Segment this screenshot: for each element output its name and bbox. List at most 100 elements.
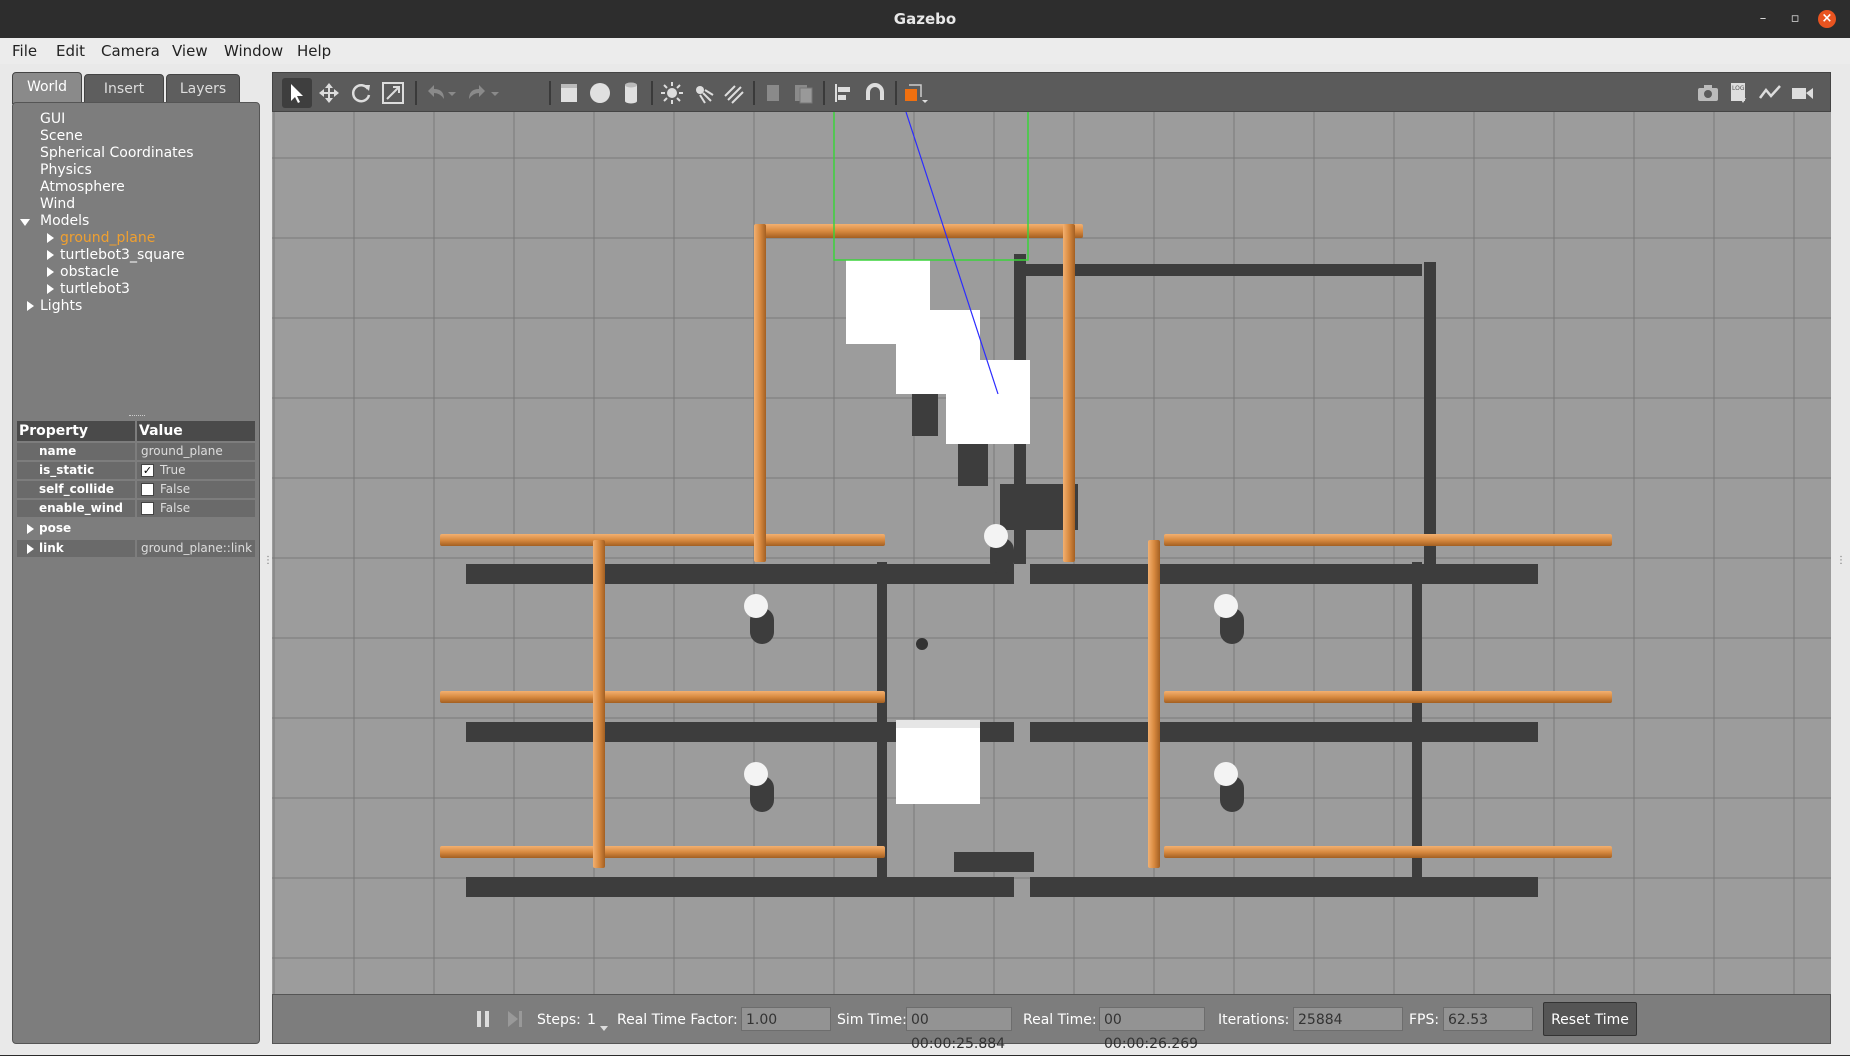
- collapsed-arrow-icon[interactable]: [27, 301, 34, 311]
- steps-value[interactable]: 1: [587, 1012, 596, 1028]
- menu-window[interactable]: Window: [224, 42, 283, 60]
- obstacle-cylinder: [744, 594, 768, 618]
- collapsed-arrow-icon[interactable]: [47, 284, 54, 294]
- collapsed-arrow-icon[interactable]: [47, 250, 54, 260]
- tree-item-turtlebot3[interactable]: turtlebot3: [60, 281, 130, 297]
- property-header: Property: [17, 421, 135, 441]
- undo-dropdown-icon[interactable]: [445, 78, 459, 108]
- property-value-cell: False: [137, 481, 255, 498]
- point-light-icon[interactable]: [657, 78, 687, 108]
- tree-item-models[interactable]: Models: [40, 213, 89, 229]
- value-header: Value: [137, 421, 255, 441]
- tab-insert[interactable]: Insert: [84, 74, 164, 104]
- scene-render[interactable]: [272, 112, 1831, 994]
- fps-label: FPS:: [1409, 1012, 1440, 1028]
- menu-edit[interactable]: Edit: [56, 42, 85, 60]
- log-icon[interactable]: LOG: [1724, 78, 1754, 108]
- tree-item-scene[interactable]: Scene: [40, 128, 83, 144]
- iterations-field: 25884: [1293, 1007, 1403, 1031]
- is-static-checkbox[interactable]: ✓: [141, 464, 154, 477]
- shadow: [1030, 877, 1538, 897]
- shadow: [954, 852, 1034, 872]
- copy-icon[interactable]: [758, 78, 788, 108]
- wall-vertical: [1148, 540, 1160, 868]
- close-icon[interactable]: ×: [1818, 10, 1836, 28]
- collapsed-arrow-icon[interactable]: [27, 544, 34, 554]
- tree-item-spherical-coordinates[interactable]: Spherical Coordinates: [40, 145, 194, 161]
- maximize-icon[interactable]: ▫: [1786, 10, 1804, 28]
- collapsed-arrow-icon[interactable]: [47, 233, 54, 243]
- property-value-cell: False: [137, 500, 255, 517]
- property-row-name[interactable]: name ground_plane: [17, 443, 255, 461]
- tab-world[interactable]: World: [12, 72, 82, 104]
- right-panel-splitter[interactable]: ⋮: [1836, 555, 1846, 566]
- property-value[interactable]: ground_plane: [137, 443, 255, 460]
- tab-layers[interactable]: Layers: [166, 74, 240, 104]
- spot-light-icon[interactable]: [688, 78, 718, 108]
- paste-icon[interactable]: [788, 78, 818, 108]
- wall-horizontal: [440, 534, 885, 546]
- pause-icon[interactable]: [473, 1009, 493, 1029]
- tree-item-atmosphere[interactable]: Atmosphere: [40, 179, 125, 195]
- property-row-pose[interactable]: pose: [17, 520, 255, 538]
- toolbar-separator: [651, 81, 653, 105]
- panel-splitter-handle[interactable]: [129, 415, 145, 418]
- tree-item-ground-plane[interactable]: ground_plane: [60, 230, 155, 246]
- iterations-label: Iterations:: [1218, 1012, 1290, 1028]
- tree-item-lights[interactable]: Lights: [40, 298, 82, 314]
- property-row-self-collide[interactable]: self_collide False: [17, 481, 255, 499]
- reset-time-button[interactable]: Reset Time: [1543, 1002, 1637, 1036]
- expanded-arrow-icon[interactable]: [20, 219, 30, 226]
- redo-dropdown-icon[interactable]: [488, 78, 502, 108]
- left-panel-splitter[interactable]: ⋮: [263, 555, 273, 566]
- record-video-icon[interactable]: [1787, 78, 1817, 108]
- translate-mode-icon[interactable]: [314, 78, 344, 108]
- plot-icon[interactable]: [1755, 78, 1785, 108]
- scale-mode-icon[interactable]: [378, 78, 408, 108]
- tree-item-turtlebot3-square[interactable]: turtlebot3_square: [60, 247, 185, 263]
- menu-view[interactable]: View: [172, 42, 208, 60]
- property-value-cell: ✓ True: [137, 462, 255, 479]
- fps-field: 62.53: [1443, 1007, 1533, 1031]
- menu-camera[interactable]: Camera: [101, 42, 160, 60]
- rotate-mode-icon[interactable]: [346, 78, 376, 108]
- tree-item-gui[interactable]: GUI: [40, 111, 65, 127]
- property-row-enable-wind[interactable]: enable_wind False: [17, 500, 255, 518]
- property-value: False: [160, 501, 191, 515]
- chevron-down-icon[interactable]: [599, 1018, 609, 1037]
- sim-time-field: 00 00:00:25.884: [906, 1007, 1012, 1052]
- tree-item-physics[interactable]: Physics: [40, 162, 92, 178]
- align-icon[interactable]: [828, 78, 858, 108]
- minimize-icon[interactable]: –: [1754, 10, 1772, 28]
- obstacle-box: [946, 360, 1030, 444]
- tree-item-wind[interactable]: Wind: [40, 196, 75, 212]
- toolbar-separator: [753, 81, 755, 105]
- real-time-field: 00 00:00:26.269: [1099, 1007, 1205, 1052]
- menu-help[interactable]: Help: [297, 42, 331, 60]
- screenshot-icon[interactable]: [1693, 78, 1723, 108]
- step-forward-icon[interactable]: [505, 1009, 525, 1029]
- property-name: name: [17, 443, 135, 460]
- obstacle-cylinder: [744, 762, 768, 786]
- cylinder-shape-icon[interactable]: [616, 78, 646, 108]
- menu-file[interactable]: File: [12, 42, 37, 60]
- property-row-is-static[interactable]: is_static ✓ True: [17, 462, 255, 480]
- shadow: [466, 564, 1014, 584]
- snap-icon[interactable]: [860, 78, 890, 108]
- select-mode-icon[interactable]: [282, 78, 312, 108]
- sphere-shape-icon[interactable]: [585, 78, 615, 108]
- self-collide-checkbox[interactable]: [141, 483, 154, 496]
- wall-horizontal: [758, 224, 1083, 238]
- toolbar-separator: [823, 81, 825, 105]
- time-panel: Steps: 1 Real Time Factor: 1.00 Sim Time…: [272, 994, 1831, 1052]
- scene-viewport[interactable]: [272, 112, 1831, 994]
- directional-light-icon[interactable]: [719, 78, 749, 108]
- collapsed-arrow-icon[interactable]: [47, 267, 54, 277]
- box-shape-icon[interactable]: [554, 78, 584, 108]
- view-angle-icon[interactable]: [900, 78, 930, 108]
- gazebo-window: Gazebo – ▫ × File Edit Camera View Windo…: [0, 0, 1850, 1055]
- enable-wind-checkbox[interactable]: [141, 502, 154, 515]
- tree-item-obstacle[interactable]: obstacle: [60, 264, 119, 280]
- property-value[interactable]: ground_plane::link: [137, 540, 255, 557]
- property-row-link[interactable]: link ground_plane::link: [17, 540, 255, 558]
